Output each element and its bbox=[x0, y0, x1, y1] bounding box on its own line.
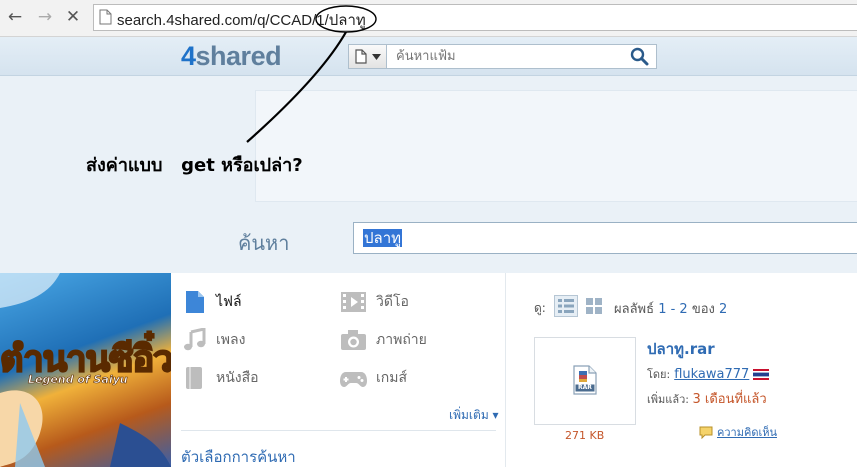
logo-text: shared bbox=[195, 41, 282, 71]
main-search-input[interactable] bbox=[353, 222, 857, 254]
thai-flag-icon bbox=[753, 368, 770, 380]
added-label: เพิ่มแล้ว: bbox=[647, 393, 689, 406]
category-books[interactable]: หนังสือ bbox=[183, 366, 259, 390]
view-label: ดู: bbox=[534, 301, 546, 315]
category-videos[interactable]: วิดีโอ bbox=[340, 290, 409, 314]
music-icon bbox=[184, 328, 206, 351]
search-label: ค้นหา bbox=[238, 231, 290, 255]
header-search-input[interactable] bbox=[396, 49, 616, 64]
site-logo[interactable]: 4shared bbox=[181, 41, 282, 72]
uploader-link[interactable]: flukawa777 bbox=[674, 367, 749, 382]
document-icon bbox=[355, 49, 367, 64]
category-photos[interactable]: ภาพถ่าย bbox=[340, 328, 427, 352]
gamepad-icon bbox=[340, 372, 367, 387]
added-line: เพิ่มแล้ว: 3 เดือนที่แล้ว bbox=[647, 388, 767, 409]
forward-icon[interactable]: → bbox=[35, 6, 55, 28]
more-link[interactable]: เพิ่มเติม ▾ bbox=[449, 406, 499, 425]
results-count: ผลลัพธ์ 1 - 2 ของ 2 bbox=[614, 298, 727, 319]
added-value: 3 เดือนที่แล้ว bbox=[692, 392, 767, 407]
search-icon[interactable] bbox=[630, 47, 649, 66]
results-count-prefix: ผลลัพธ์ bbox=[614, 302, 655, 317]
annotation-text: ส่งค่าแบบ get หรือเปล่า? bbox=[86, 155, 303, 176]
category-label: วิดีโอ bbox=[376, 294, 409, 310]
results-total[interactable]: 2 bbox=[719, 302, 727, 317]
url-text[interactable]: search.4shared.com/q/CCAD/1/ปลาทู bbox=[117, 8, 366, 32]
category-label: เพลง bbox=[216, 332, 246, 348]
logo-number: 4 bbox=[181, 41, 196, 71]
grid-view-icon[interactable] bbox=[585, 297, 603, 315]
page-icon bbox=[99, 9, 112, 25]
back-icon[interactable]: ← bbox=[5, 6, 25, 28]
stop-icon[interactable]: ✕ bbox=[63, 6, 83, 28]
chevron-down-icon bbox=[372, 54, 381, 60]
file-size: 271 KB bbox=[565, 429, 605, 442]
list-view-icon[interactable] bbox=[554, 295, 578, 317]
results-of: ของ bbox=[691, 302, 715, 317]
category-label: หนังสือ bbox=[216, 370, 259, 386]
file-type-badge: RAR bbox=[578, 384, 592, 391]
comments-label: ความคิดเห็น bbox=[717, 426, 777, 439]
search-type-dropdown[interactable] bbox=[349, 45, 387, 68]
category-music[interactable]: เพลง bbox=[183, 328, 245, 352]
book-icon bbox=[186, 367, 202, 389]
main-search-value[interactable]: ปลาทู bbox=[363, 229, 403, 247]
file-thumbnail[interactable]: RAR bbox=[534, 337, 636, 425]
results-range[interactable]: 1 - 2 bbox=[658, 302, 688, 317]
video-icon bbox=[341, 292, 366, 312]
comment-icon bbox=[699, 426, 713, 439]
camera-icon bbox=[341, 330, 366, 350]
category-files[interactable]: ไฟล์ bbox=[183, 290, 242, 314]
category-label: เกมส์ bbox=[376, 370, 408, 386]
banner-subtitle: Legend of Saiyu bbox=[28, 373, 128, 387]
file-name-link[interactable]: ปลาทู.rar bbox=[647, 337, 715, 361]
category-label: ไฟล์ bbox=[216, 294, 242, 310]
search-options-link[interactable]: ตัวเลือกการค้นหา bbox=[181, 445, 296, 469]
by-label: โดย: bbox=[647, 368, 671, 381]
divider bbox=[181, 430, 496, 431]
category-games[interactable]: เกมส์ bbox=[340, 366, 407, 390]
comments-link[interactable]: ความคิดเห็น bbox=[699, 423, 777, 441]
category-label: ภาพถ่าย bbox=[376, 332, 427, 348]
uploader-line: โดย: flukawa777 bbox=[647, 365, 770, 383]
file-icon bbox=[186, 291, 204, 313]
ad-placeholder bbox=[255, 90, 857, 202]
